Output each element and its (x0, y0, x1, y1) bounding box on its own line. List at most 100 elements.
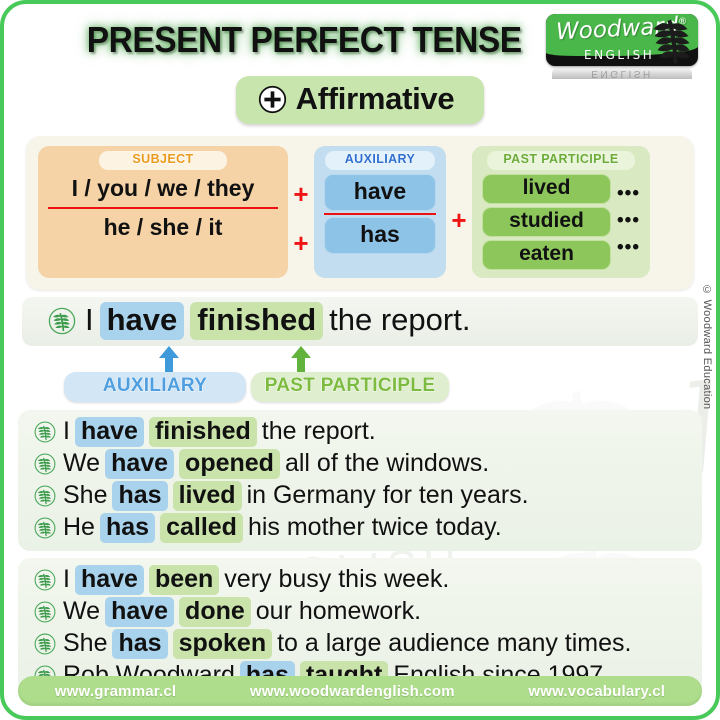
sentence-auxiliary: has (112, 628, 168, 659)
featured-example: I have finished the report. (22, 296, 698, 346)
fern-check-icon (34, 453, 56, 475)
pp-pill-2: eaten (482, 239, 612, 270)
plus-sign-3: + (451, 204, 467, 235)
sentence-text: We have opened all of the windows. (63, 448, 490, 479)
sentence-subject: We (63, 448, 101, 477)
footer-link-grammar[interactable]: www.grammar.cl (55, 683, 176, 700)
structure-diagram: SUBJECT I / you / we / they he / she / i… (26, 136, 694, 290)
sentence-text: He has called his mother twice today. (63, 512, 502, 543)
ellipsis-column: ••• ••• ••• (617, 183, 640, 259)
sentence-subject: I (63, 416, 70, 445)
logo-subtitle: ENGLISH (584, 48, 655, 62)
ellipsis-2: ••• (617, 237, 640, 259)
pp-pill-1: studied (482, 206, 612, 237)
sentence-auxiliary: has (112, 480, 168, 511)
legend-row: AUXILIARY PAST PARTICIPLE (22, 345, 698, 410)
sentence-text: She has spoken to a large audience many … (63, 628, 632, 659)
auxiliary-has-pill: has (324, 216, 436, 254)
list-item: He has called his mother twice today. (18, 512, 702, 544)
sentence-subject: I (63, 564, 70, 593)
affirmative-badge: Affirmative (235, 76, 485, 124)
list-item: She has lived in Germany for ten years. (18, 480, 702, 512)
sentence-text: We have done our homework. (63, 596, 422, 627)
featured-sentence: I have finished the report. (85, 301, 471, 340)
fern-check-icon (34, 601, 56, 623)
sentence-participle: done (179, 596, 251, 627)
list-item: We have done our homework. (18, 596, 702, 628)
auxiliary-label: AUXILIARY (325, 151, 435, 170)
plus-sign-1: + (293, 179, 309, 210)
featured-subject: I (85, 301, 94, 337)
pp-pill-0: lived (482, 173, 612, 204)
subject-row-1: I / you / we / they (71, 174, 255, 201)
up-arrow-blue-icon (159, 345, 179, 372)
list-item: I have finished the report. (18, 416, 702, 448)
sentence-participle: spoken (172, 628, 273, 659)
sentence-group-1: I have finished the report. We have open… (18, 409, 702, 551)
footer-link-vocabulary[interactable]: www.vocabulary.cl (528, 683, 665, 700)
subject-rows: I / you / we / they he / she / it (48, 174, 278, 242)
list-item: She has spoken to a large audience many … (18, 628, 702, 660)
sentence-remainder: our homework. (255, 596, 422, 625)
sentence-subject: She (63, 480, 108, 509)
sentence-auxiliary: have (105, 596, 175, 627)
subject-row-2: he / she / it (103, 213, 223, 240)
fern-check-icon (34, 485, 56, 507)
fern-leaf-icon (653, 19, 690, 64)
auxiliary-have-pill: have (324, 173, 436, 211)
sentence-participle: called (160, 512, 243, 543)
featured-participle: finished (190, 301, 324, 340)
subject-box: SUBJECT I / you / we / they he / she / i… (38, 146, 288, 278)
auxiliary-box: AUXILIARY have has (314, 146, 446, 278)
legend-past-participle-pill: PAST PARTICIPLE (251, 371, 449, 402)
plus-column-middle: + (446, 146, 472, 278)
sentence-auxiliary: has (99, 512, 156, 543)
sentence-participle: lived (172, 480, 242, 511)
sentence-remainder: to a large audience many times. (277, 628, 632, 657)
featured-remainder: the report. (329, 301, 471, 337)
sentence-text: I have been very busy this week. (63, 564, 450, 595)
footer-link-woodwardenglish[interactable]: www.woodwardenglish.com (250, 683, 455, 700)
plus-sign-2: + (293, 228, 309, 259)
past-participle-content: lived studied eaten ••• ••• ••• (482, 173, 640, 270)
plus-circle-icon (258, 85, 286, 113)
auxiliary-divider (324, 212, 436, 215)
copyright-text: © Woodward Education (701, 284, 713, 410)
sentence-remainder: very busy this week. (224, 564, 450, 593)
sentence-participle: been (148, 564, 220, 595)
form-badge-row: Affirmative (4, 76, 716, 124)
sentence-subject: We (63, 596, 101, 625)
subject-label: SUBJECT (99, 151, 227, 170)
up-arrow-green-icon (291, 345, 311, 372)
sentence-remainder: all of the windows. (284, 448, 490, 477)
legend-auxiliary-pill: AUXILIARY (64, 371, 246, 402)
affirmative-label: Affirmative (295, 81, 455, 116)
fern-check-icon (34, 517, 56, 539)
sentence-auxiliary: have (74, 416, 144, 447)
plus-column-subject: + + (288, 146, 314, 278)
fern-check-icon (48, 307, 76, 335)
ellipsis-1: ••• (617, 210, 640, 232)
sentence-text: I have finished the report. (63, 416, 376, 447)
sentence-remainder: in Germany for ten years. (246, 480, 529, 509)
list-item: We have opened all of the windows. (18, 448, 702, 480)
logo-box: Woodward® ENGLISH (546, 14, 698, 66)
sentence-auxiliary: have (74, 564, 144, 595)
woodward-english-logo[interactable]: Woodward® ENGLISH ENGLISH (546, 14, 698, 79)
list-item: I have been very busy this week. (18, 564, 702, 596)
fern-check-icon (34, 569, 56, 591)
sentence-remainder: the report. (261, 416, 376, 445)
sentence-subject: She (63, 628, 108, 657)
featured-auxiliary: have (99, 301, 185, 340)
sentence-auxiliary: have (105, 448, 175, 479)
sentence-participle: opened (179, 448, 280, 479)
sentence-subject: He (63, 512, 95, 541)
sentence-participle: finished (148, 416, 257, 447)
fern-check-icon (34, 633, 56, 655)
subject-divider (48, 206, 278, 209)
past-participle-pills: lived studied eaten (482, 173, 612, 270)
poster-container: Woodward ENGLISH (0, 0, 720, 720)
header: PRESENT PERFECT TENSE Woodward® ENGLISH (4, 4, 716, 79)
ellipsis-0: ••• (617, 183, 640, 205)
footer-bar: www.grammar.cl www.woodwardenglish.com w… (18, 676, 702, 706)
